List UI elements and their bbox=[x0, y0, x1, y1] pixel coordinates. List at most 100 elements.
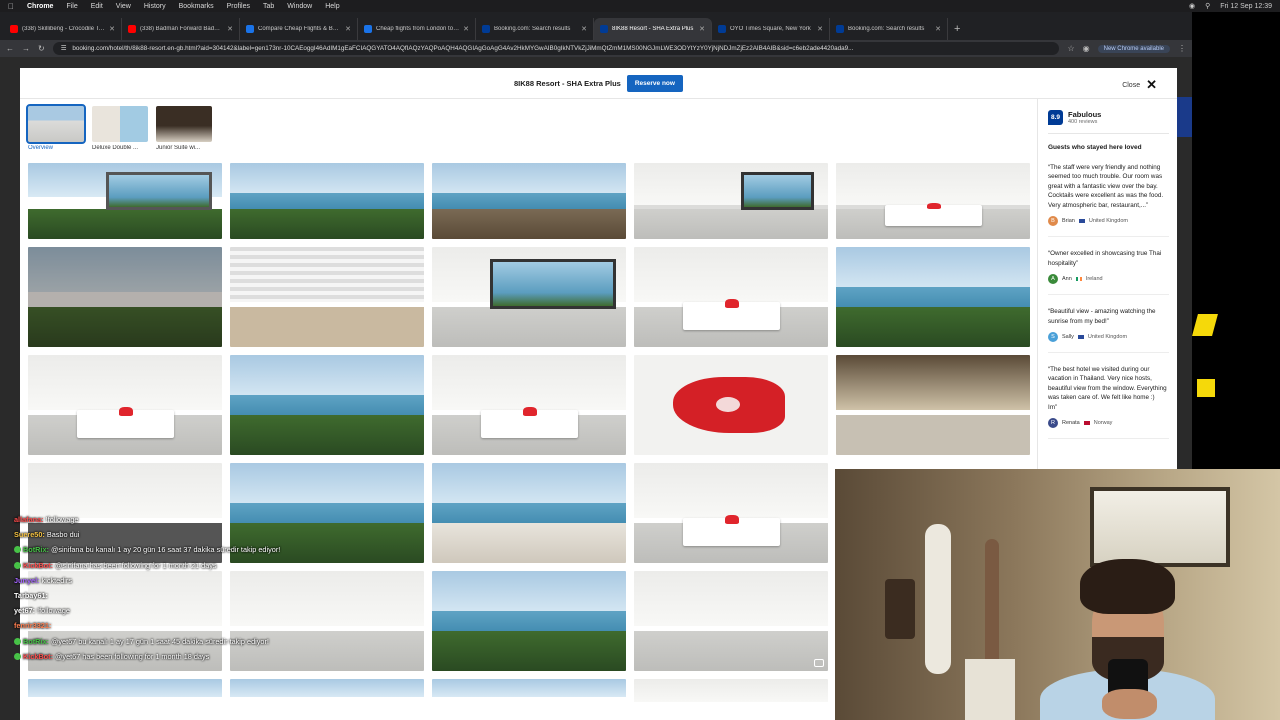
menu-window[interactable]: Window bbox=[287, 3, 312, 10]
room-filter-thumbnails: Overview Deluxe Double ... Junior Suite … bbox=[26, 104, 212, 151]
gallery-photo[interactable] bbox=[634, 571, 828, 671]
thumb-image bbox=[92, 106, 148, 142]
gallery-photo[interactable] bbox=[634, 355, 828, 455]
gallery-photo[interactable] bbox=[230, 163, 424, 239]
gallery-photo[interactable] bbox=[634, 463, 828, 563]
menu-history[interactable]: History bbox=[144, 3, 166, 10]
chat-user: BotRix: bbox=[23, 545, 49, 555]
gallery-photo[interactable] bbox=[230, 247, 424, 347]
menu-view[interactable]: View bbox=[116, 3, 131, 10]
new-tab-button[interactable]: + bbox=[948, 23, 966, 40]
close-icon[interactable]: ✕ bbox=[109, 25, 115, 33]
menubar-app-name[interactable]: Chrome bbox=[27, 3, 53, 10]
gallery-photo[interactable] bbox=[230, 679, 424, 720]
menu-help[interactable]: Help bbox=[325, 3, 339, 10]
review-author: A Ann Ireland bbox=[1048, 274, 1169, 285]
review-quote: “Beautiful view - amazing watching the s… bbox=[1048, 308, 1156, 325]
menu-profiles[interactable]: Profiles bbox=[227, 3, 250, 10]
gallery-photo[interactable] bbox=[634, 247, 828, 347]
uk-flag-icon bbox=[1078, 219, 1085, 224]
apple-icon[interactable]:  bbox=[8, 2, 14, 11]
close-icon: ✕ bbox=[1146, 77, 1157, 92]
desktop-decoration bbox=[1197, 379, 1215, 397]
menubar-clock[interactable]: Fri 12 Sep 12:39 bbox=[1220, 3, 1272, 10]
browser-tab[interactable]: Booking.com: Search results ✕ bbox=[476, 18, 594, 40]
gallery-photo[interactable] bbox=[836, 355, 1030, 455]
chat-text: kicktedirs bbox=[39, 575, 72, 585]
gallery-photo[interactable] bbox=[432, 679, 626, 720]
browser-tab[interactable]: OYO Times Square, New York ✕ bbox=[712, 18, 830, 40]
bot-badge-icon bbox=[14, 561, 21, 569]
menu-file[interactable]: File bbox=[66, 3, 77, 10]
menu-edit[interactable]: Edit bbox=[91, 3, 103, 10]
gallery-photo[interactable] bbox=[634, 163, 828, 239]
gallery-photo[interactable] bbox=[836, 247, 1030, 347]
tab-title: OYO Times Square, New York bbox=[730, 26, 811, 32]
chat-message: KickBot: @sinifana has been following fo… bbox=[14, 558, 284, 573]
reserve-now-button[interactable]: Reserve now bbox=[626, 74, 683, 92]
close-button[interactable]: Close ✕ bbox=[1122, 77, 1157, 93]
close-icon[interactable]: ✕ bbox=[817, 25, 823, 33]
close-icon[interactable]: ✕ bbox=[227, 25, 233, 33]
gallery-photo[interactable] bbox=[28, 679, 222, 720]
close-icon[interactable]: ✕ bbox=[699, 25, 705, 33]
thumb-deluxe-double[interactable]: Deluxe Double ... bbox=[92, 106, 148, 151]
gallery-photo[interactable] bbox=[230, 355, 424, 455]
wifi-icon[interactable]: ◉ bbox=[1189, 2, 1195, 10]
thumb-overview[interactable]: Overview bbox=[26, 104, 86, 151]
browser-tab[interactable]: Cheap flights from London to Bangkok ✕ bbox=[358, 18, 476, 40]
thumb-label: Overview bbox=[28, 145, 54, 151]
gallery-photo[interactable] bbox=[836, 163, 1030, 239]
avatar: B bbox=[1048, 216, 1058, 227]
close-icon[interactable]: ✕ bbox=[581, 25, 587, 33]
forward-icon[interactable]: → bbox=[22, 44, 30, 53]
booking-icon bbox=[482, 25, 490, 33]
chat-message: Junyel: kicktedirs bbox=[14, 573, 284, 588]
gallery-photo[interactable] bbox=[432, 463, 626, 563]
browser-tab[interactable]: Booking.com: Search results ✕ bbox=[830, 18, 948, 40]
review-card: “Owner excelled in showcasing true Thai … bbox=[1048, 249, 1169, 296]
chat-user: allafana: bbox=[14, 515, 44, 524]
chat-message: yet67: !followage bbox=[14, 603, 284, 618]
gallery-photo[interactable] bbox=[432, 163, 626, 239]
macos-menubar:  Chrome File Edit View History Bookmark… bbox=[0, 0, 1280, 12]
gallery-photo[interactable] bbox=[28, 355, 222, 455]
gallery-photo[interactable] bbox=[432, 247, 626, 347]
close-icon[interactable]: ✕ bbox=[463, 25, 469, 33]
modal-header: 8IK88 Resort - SHA Extra Plus Reserve no… bbox=[20, 68, 1177, 99]
menu-dots-icon[interactable]: ⋮ bbox=[1178, 44, 1186, 53]
site-info-icon[interactable]: ☰ bbox=[61, 45, 67, 52]
url-text[interactable]: booking.com/hotel/th/8ik88-resort.en-gb.… bbox=[72, 45, 853, 52]
reload-icon[interactable]: ↻ bbox=[38, 44, 45, 53]
booking-icon bbox=[600, 25, 608, 33]
norway-flag-icon bbox=[1083, 421, 1090, 426]
extension-icon[interactable]: ◉ bbox=[1083, 44, 1090, 53]
gallery-photo[interactable] bbox=[432, 355, 626, 455]
browser-tab[interactable]: (338) Skillibeng - Crocodile Teeth ✕ bbox=[4, 18, 122, 40]
browser-tab[interactable]: (338) Badman Forward Badman Pull Up ✕ bbox=[122, 18, 240, 40]
close-icon[interactable]: ✕ bbox=[935, 25, 941, 33]
gallery-photo[interactable] bbox=[28, 247, 222, 347]
review-quote: “The best hotel we visited during our va… bbox=[1048, 365, 1167, 411]
menu-tab[interactable]: Tab bbox=[263, 3, 274, 10]
thumb-junior-suite[interactable]: Junior Suite wi... bbox=[156, 106, 212, 151]
flights-icon bbox=[364, 25, 372, 33]
tab-title: Cheap flights from London to Bangkok bbox=[376, 26, 459, 32]
gallery-photo[interactable] bbox=[634, 679, 828, 720]
menu-bookmarks[interactable]: Bookmarks bbox=[179, 3, 214, 10]
address-bar[interactable]: ☰ booking.com/hotel/th/8ik88-resort.en-g… bbox=[52, 42, 1060, 55]
flights-icon bbox=[246, 25, 254, 33]
browser-tab-active[interactable]: 8IK88 Resort - SHA Extra Plus ✕ bbox=[594, 18, 712, 40]
search-icon[interactable]: ⚲ bbox=[1205, 2, 1210, 10]
reviewer-country: United Kingdom bbox=[1088, 218, 1128, 225]
bookmark-star-icon[interactable]: ☆ bbox=[1067, 44, 1074, 53]
chrome-update-button[interactable]: New Chrome available bbox=[1097, 44, 1170, 53]
back-icon[interactable]: ← bbox=[6, 44, 14, 53]
browser-tab[interactable]: Compare Cheap Flights & Book Airline✕ bbox=[240, 18, 358, 40]
review-count[interactable]: 400 reviews bbox=[1068, 119, 1101, 125]
gallery-photo[interactable] bbox=[432, 571, 626, 671]
chat-user: KickBot: bbox=[23, 651, 53, 661]
reviewer-name: Brian bbox=[1062, 218, 1075, 225]
gallery-photo[interactable] bbox=[28, 163, 222, 239]
close-icon[interactable]: ✕ bbox=[345, 25, 351, 33]
